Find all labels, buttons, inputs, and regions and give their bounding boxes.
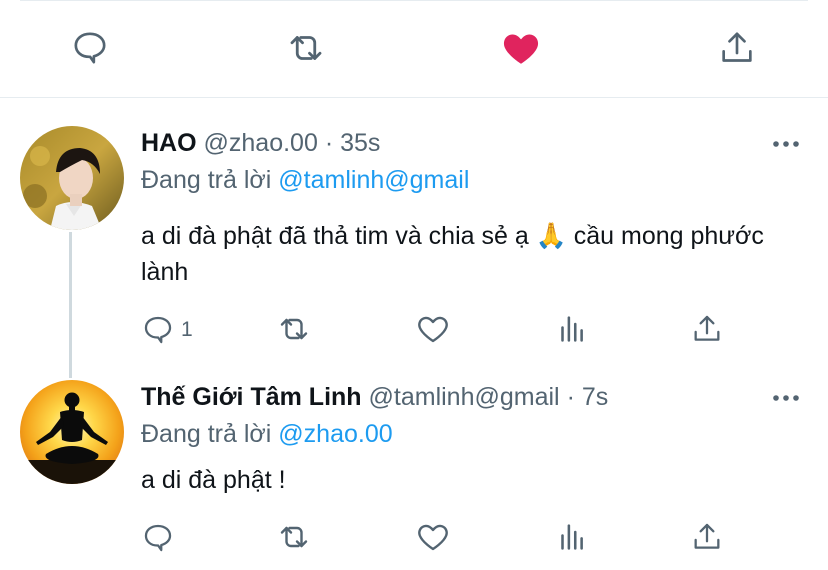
more-button[interactable]	[766, 129, 806, 159]
retweet-button[interactable]	[276, 312, 312, 346]
like-button[interactable]	[499, 26, 543, 70]
reply-count: 1	[181, 318, 193, 341]
replying-to: Đang trả lời @tamlinh@gmail	[141, 165, 469, 195]
display-name[interactable]: Thế Giới Tâm Linh	[141, 383, 362, 411]
share-icon	[694, 315, 720, 341]
tweet-header: Thế Giới Tâm Linh @tamlinh@gmail · 7s	[141, 382, 608, 412]
tweet-text: a di đà phật đã thả tim và chia sẻ ạ 🙏 c…	[141, 222, 764, 286]
like-button[interactable]	[415, 312, 451, 346]
reply-icon	[144, 316, 172, 344]
separator-dot: ·	[324, 129, 334, 157]
replying-to-label: Đang trả lời	[141, 166, 272, 194]
share-button[interactable]	[715, 26, 759, 70]
display-name[interactable]: HAO	[141, 129, 197, 157]
retweet-button[interactable]	[276, 520, 312, 554]
tweet-text: a di đà phật !	[141, 466, 286, 494]
retweet-icon	[280, 526, 308, 548]
reply-icon	[144, 524, 172, 552]
analytics-button[interactable]	[554, 312, 588, 346]
thread-connector	[69, 232, 72, 378]
reply-button[interactable]: 1	[141, 313, 193, 347]
retweet-icon	[290, 36, 322, 60]
replying-to-label: Đang trả lời	[141, 420, 272, 448]
separator-dot: ·	[566, 383, 575, 411]
focused-tweet-action-bar	[0, 0, 828, 98]
replying-to: Đang trả lời @zhao.00	[141, 419, 393, 449]
user-handle[interactable]: @zhao.00	[204, 129, 318, 157]
retweet-button[interactable]	[284, 26, 328, 70]
analytics-icon	[561, 524, 583, 550]
more-button[interactable]	[766, 383, 806, 413]
avatar-hao[interactable]	[20, 126, 124, 230]
more-icon	[773, 141, 799, 147]
share-button[interactable]	[690, 520, 724, 554]
share-button[interactable]	[690, 312, 724, 346]
heart-filled-icon	[503, 34, 539, 64]
user-handle[interactable]: @tamlinh@gmail	[369, 383, 560, 411]
avatar-the-gioi-tam-linh[interactable]	[20, 380, 124, 484]
reply-button[interactable]	[141, 521, 181, 555]
analytics-button[interactable]	[554, 520, 588, 554]
mention-link[interactable]: @tamlinh@gmail	[278, 166, 469, 194]
timestamp[interactable]: 7s	[582, 383, 608, 411]
like-button[interactable]	[415, 520, 451, 554]
retweet-icon	[280, 318, 308, 340]
heart-icon	[418, 524, 448, 551]
timestamp[interactable]: 35s	[340, 129, 380, 157]
heart-icon	[418, 316, 448, 343]
more-icon	[773, 395, 799, 401]
tweet-header: HAO @zhao.00 · 35s	[141, 128, 380, 158]
reply-button[interactable]	[68, 26, 112, 70]
reply-icon	[74, 32, 106, 64]
mention-link[interactable]: @zhao.00	[278, 420, 392, 448]
analytics-icon	[561, 316, 583, 342]
section-divider	[0, 97, 828, 98]
share-icon	[722, 32, 752, 62]
share-icon	[694, 523, 720, 549]
